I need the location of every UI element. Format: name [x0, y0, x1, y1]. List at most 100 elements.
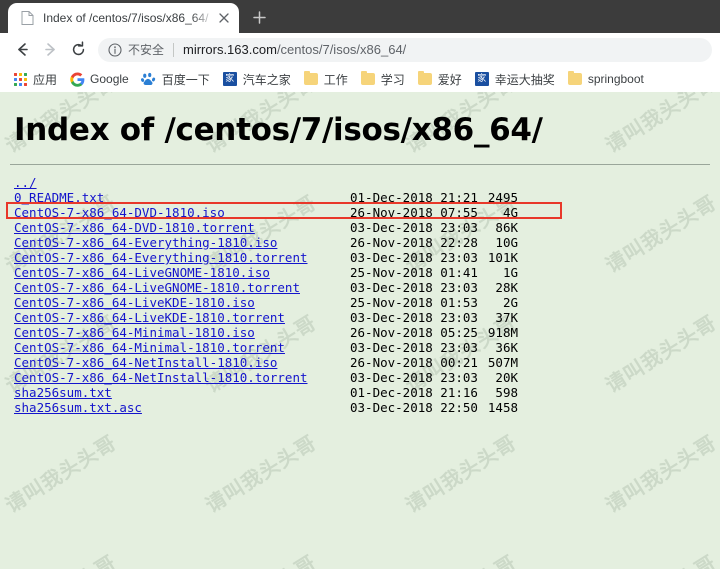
directory-index-page: Index of /centos/7/isos/x86_64/ ../0_REA…: [0, 92, 720, 415]
file-date: 03-Dec-2018 22:50: [350, 400, 478, 415]
file-link[interactable]: CentOS-7-x86_64-LiveGNOME-1810.iso: [14, 265, 270, 280]
folder-icon: [360, 71, 376, 87]
apps-grid-icon: [12, 71, 28, 87]
file-date: 01-Dec-2018 21:21: [350, 190, 478, 205]
folder-icon: [567, 71, 583, 87]
watermark-tile: 请叫我头头哥: [201, 429, 321, 517]
file-link[interactable]: CentOS-7-x86_64-Minimal-1810.torrent: [14, 340, 285, 355]
folder-icon: [417, 71, 433, 87]
file-date: 26-Nov-2018 07:55: [350, 205, 478, 220]
file-link[interactable]: CentOS-7-x86_64-DVD-1810.torrent: [14, 220, 255, 235]
file-row: CentOS-7-x86_64-DVD-1810.iso 26-Nov-2018 …: [14, 205, 710, 220]
file-size: 1458: [487, 400, 518, 415]
bookmark-folder-study[interactable]: 学习: [354, 68, 411, 90]
bookmark-label: springboot: [587, 72, 644, 86]
file-row: CentOS-7-x86_64-LiveKDE-1810.torrent 03-D…: [14, 310, 710, 325]
file-size: 36K: [495, 340, 518, 355]
file-date: 26-Nov-2018 00:21: [350, 355, 478, 370]
bookmark-label: 汽车之家: [242, 72, 291, 87]
bookmark-apps[interactable]: 应用: [6, 68, 63, 90]
file-size: 37K: [495, 310, 518, 325]
file-link[interactable]: sha256sum.txt.asc: [14, 400, 142, 415]
bookmark-label: 工作: [323, 72, 348, 87]
file-row: CentOS-7-x86_64-Minimal-1810.iso 26-Nov-2…: [14, 325, 710, 340]
file-date: 03-Dec-2018 23:03: [350, 310, 478, 325]
file-link[interactable]: sha256sum.txt: [14, 385, 112, 400]
bookmark-autohome[interactable]: 家 汽车之家: [216, 68, 297, 90]
file-link[interactable]: CentOS-7-x86_64-NetInstall-1810.torrent: [14, 370, 308, 385]
file-size: 2495: [487, 190, 518, 205]
file-link[interactable]: CentOS-7-x86_64-Everything-1810.iso: [14, 235, 277, 250]
bookmark-label: 幸运大抽奖: [494, 72, 555, 87]
url-text: mirrors.163.com/centos/7/isos/x86_64/: [183, 42, 406, 57]
info-circle-icon[interactable]: [108, 42, 122, 57]
file-size: 10G: [495, 235, 518, 250]
file-row: CentOS-7-x86_64-Everything-1810.iso 26-No…: [14, 235, 710, 250]
new-tab-button[interactable]: [245, 3, 273, 31]
file-row: CentOS-7-x86_64-Everything-1810.torrent 0…: [14, 250, 710, 265]
parent-directory-link[interactable]: ../: [14, 175, 37, 190]
bookmark-google[interactable]: Google: [63, 68, 135, 90]
file-date: 25-Nov-2018 01:53: [350, 295, 478, 310]
close-icon[interactable]: [215, 9, 233, 27]
file-date: 03-Dec-2018 23:03: [350, 280, 478, 295]
bookmark-label: 百度一下: [161, 72, 210, 87]
bookmark-label: 应用: [33, 72, 58, 87]
file-row: sha256sum.txt 01-Dec-2018 21:16 598: [14, 385, 710, 400]
file-date: 03-Dec-2018 23:03: [350, 220, 478, 235]
url-host: mirrors.163.com: [183, 42, 277, 57]
lottery-icon: 家: [474, 71, 490, 87]
watermark-tile: 请叫我头头哥: [401, 429, 521, 517]
browser-tab[interactable]: Index of /centos/7/isos/x86_64/: [8, 3, 239, 33]
file-link[interactable]: CentOS-7-x86_64-Everything-1810.torrent: [14, 250, 308, 265]
tab-strip: Index of /centos/7/isos/x86_64/: [0, 0, 720, 33]
tab-title: Index of /centos/7/isos/x86_64/: [43, 11, 209, 25]
address-bar[interactable]: 不安全 mirrors.163.com/centos/7/isos/x86_64…: [98, 37, 712, 62]
file-size: 86K: [495, 220, 518, 235]
bookmark-label: 爱好: [437, 72, 462, 87]
baidu-icon: [141, 71, 157, 87]
file-date: 03-Dec-2018 23:03: [350, 250, 478, 265]
reload-button[interactable]: [64, 36, 92, 64]
file-row: CentOS-7-x86_64-Minimal-1810.torrent 03-D…: [14, 340, 710, 355]
file-link[interactable]: CentOS-7-x86_64-LiveKDE-1810.torrent: [14, 310, 285, 325]
google-icon: [69, 71, 85, 87]
file-link[interactable]: CentOS-7-x86_64-LiveGNOME-1810.torrent: [14, 280, 300, 295]
bookmark-lottery[interactable]: 家 幸运大抽奖: [468, 68, 561, 90]
watermark-tile: 请叫我头头哥: [0, 532, 160, 569]
parent-directory-row: ../: [14, 175, 710, 190]
page-viewport: 请叫我头头哥 请叫我头头哥 请叫我头头哥 请叫我头头哥 请叫我头头哥 请叫我头头哥 请叫我头…: [0, 92, 720, 569]
divider: [10, 164, 710, 165]
file-listing: ../0_README.txt 01-Dec-2018 21:21 2495 Cent…: [6, 175, 710, 415]
file-date: 03-Dec-2018 23:03: [350, 370, 478, 385]
autohome-icon: 家: [222, 71, 238, 87]
file-link[interactable]: CentOS-7-x86_64-DVD-1810.iso: [14, 205, 225, 220]
file-date: 26-Nov-2018 05:25: [350, 325, 478, 340]
file-size: 1G: [502, 265, 518, 280]
file-date: 26-Nov-2018 22:28: [350, 235, 478, 250]
file-size: 598: [495, 385, 518, 400]
file-link[interactable]: 0_README.txt: [14, 190, 104, 205]
back-button[interactable]: [8, 36, 36, 64]
watermark-tile: 请叫我头头哥: [560, 532, 720, 569]
file-date: 25-Nov-2018 01:41: [350, 265, 478, 280]
bookmark-baidu[interactable]: 百度一下: [135, 68, 216, 90]
file-date: 01-Dec-2018 21:16: [350, 385, 478, 400]
file-link[interactable]: CentOS-7-x86_64-NetInstall-1810.iso: [14, 355, 277, 370]
file-size: 4G: [502, 205, 518, 220]
file-row: CentOS-7-x86_64-LiveGNOME-1810.torrent 03…: [14, 280, 710, 295]
file-row: CentOS-7-x86_64-NetInstall-1810.iso 26-No…: [14, 355, 710, 370]
bookmarks-bar: 应用 Google 百度一下 家 汽车之家 工作 学习 爱好 家 幸运大抽奖 s…: [0, 66, 720, 92]
bookmark-folder-springboot[interactable]: springboot: [561, 68, 650, 90]
watermark-tile: 请叫我头头哥: [360, 532, 560, 569]
file-size: 20K: [495, 370, 518, 385]
watermark-tile: 请叫我头头哥: [160, 532, 360, 569]
file-link[interactable]: CentOS-7-x86_64-LiveKDE-1810.iso: [14, 295, 255, 310]
file-link[interactable]: CentOS-7-x86_64-Minimal-1810.iso: [14, 325, 255, 340]
file-row: CentOS-7-x86_64-DVD-1810.torrent 03-Dec-2…: [14, 220, 710, 235]
security-status-label: 不安全: [128, 43, 165, 57]
folder-icon: [303, 71, 319, 87]
bookmark-folder-work[interactable]: 工作: [297, 68, 354, 90]
forward-button[interactable]: [36, 36, 64, 64]
bookmark-folder-hobby[interactable]: 爱好: [411, 68, 468, 90]
